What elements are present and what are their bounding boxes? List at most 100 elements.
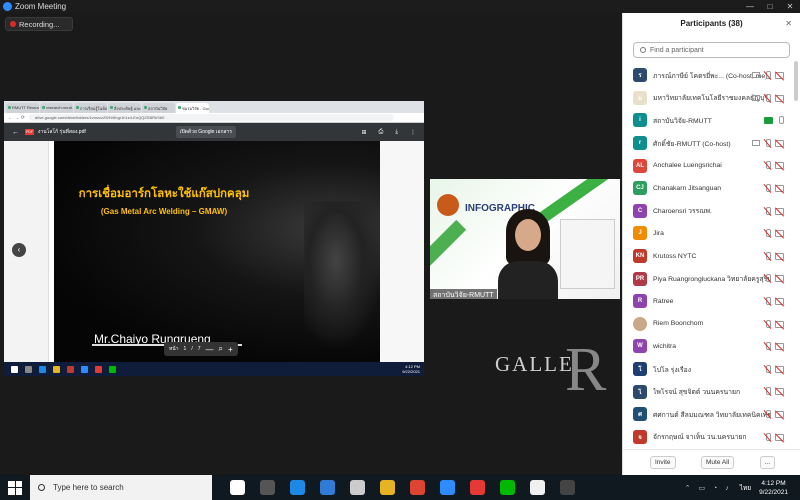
microphone-muted-icon[interactable] (764, 432, 771, 442)
url-field[interactable]: drive.google.com/drive/folders/1vmzczZf2… (28, 114, 394, 121)
video-off-icon[interactable] (775, 297, 784, 305)
microphone-muted-icon[interactable] (764, 342, 771, 351)
recording-indicator[interactable]: Recording... (5, 17, 73, 31)
video-off-icon[interactable] (775, 94, 784, 102)
browser-tab[interactable]: RMUTT Research Sc (6, 103, 39, 113)
microphone-muted-icon[interactable] (764, 93, 771, 103)
participant-row[interactable]: Riem Boonchom (623, 313, 800, 336)
video-off-icon[interactable] (775, 252, 784, 260)
video-on-icon[interactable] (764, 117, 773, 125)
search-icon[interactable] (25, 365, 32, 373)
video-off-icon[interactable] (775, 365, 784, 373)
taskbar-app-icon[interactable] (439, 480, 455, 495)
taskbar-app-icon[interactable] (259, 480, 275, 495)
participant-row[interactable]: โ โปโล รุ่งเรือง (623, 358, 800, 381)
video-off-icon[interactable] (775, 388, 784, 396)
chrome-icon[interactable] (95, 365, 102, 373)
mute-all-button[interactable]: Mute All (701, 456, 735, 469)
powerpoint-icon[interactable] (67, 365, 74, 373)
open-with-button[interactable]: เปิดด้วย Google เอกสาร (175, 126, 237, 138)
zoom-out-button[interactable]: — (205, 345, 213, 354)
microphone-muted-icon[interactable] (764, 183, 771, 193)
participant-row[interactable]: PR Piya Ruangrongluckana วิทยาลัยครูสุริน… (623, 267, 800, 290)
microphone-muted-icon[interactable] (764, 274, 771, 283)
zoom-icon[interactable] (81, 365, 88, 373)
video-off-icon[interactable] (775, 433, 784, 441)
browser-tab[interactable]: การเรียนรู้ในห้องเรียน (74, 103, 107, 113)
prev-file-icon[interactable]: ‹ (12, 243, 26, 257)
edge-icon[interactable] (39, 365, 46, 373)
taskbar-app-icon[interactable] (469, 480, 485, 495)
print-icon[interactable]: ⎙ (379, 129, 384, 136)
close-panel-button[interactable]: ✕ (785, 13, 792, 35)
participant-row[interactable]: i สถาบันวิจัย-RMUTT (623, 109, 800, 132)
browser-tab[interactable]: สิ่งประดิษฐ์ และพัฒนา (108, 103, 141, 113)
taskbar-app-icon[interactable] (319, 480, 335, 495)
microphone-muted-icon[interactable] (764, 409, 771, 419)
participant-row[interactable]: r ศักดิ์ชัย-RMUTT (Co-host) (623, 132, 800, 155)
microphone-muted-icon[interactable] (764, 296, 771, 306)
taskbar-search[interactable]: Type here to search (30, 475, 212, 500)
participant-row[interactable]: มมหาวิทยาลัยเทคโนโลยีราชมงคลธัญบุรี (Hos… (623, 87, 800, 110)
presenter-video[interactable]: INFOGRAPHIC สถาบันวิจัย-RMUTT (430, 179, 620, 299)
browser-tab[interactable]: research.rmutt.ac (40, 103, 73, 113)
video-off-icon[interactable] (775, 410, 784, 418)
taskbar-app-icon[interactable] (379, 480, 395, 495)
browser-tab-active[interactable]: ชมรมวิจัย - Google (176, 103, 209, 113)
microphone-muted-icon[interactable] (764, 229, 771, 238)
microphone-muted-icon[interactable] (764, 364, 771, 374)
windows-start-icon[interactable] (8, 480, 22, 495)
minimize-button[interactable]: — (740, 2, 760, 11)
taskbar-app-icon[interactable] (559, 480, 575, 495)
participant-row[interactable]: AL Anchalee Luengsrichai (623, 154, 800, 177)
screen-share-icon[interactable] (752, 94, 760, 101)
close-window-button[interactable]: ✕ (780, 2, 800, 11)
taskbar-app-icon[interactable] (499, 480, 515, 495)
tray-icons[interactable]: ⌃ ▭ ◔ ♪ (685, 484, 732, 492)
participant-row[interactable]: ไ ไพโรจน์ สุขจิตต์ วนนครนายก (623, 380, 800, 403)
microphone-muted-icon[interactable] (764, 206, 771, 216)
microphone-muted-icon[interactable] (764, 251, 771, 261)
microphone-muted-icon[interactable] (764, 319, 771, 329)
participant-row[interactable]: Wwichitra (623, 335, 800, 358)
invite-button[interactable]: Invite (650, 456, 676, 469)
screen-share-icon[interactable] (752, 72, 760, 78)
participant-row[interactable]: ศ ศศกานต์ สีลมมณฑล วิทยาลัยเทคนิคเพชรบุรี (623, 403, 800, 426)
video-off-icon[interactable] (775, 207, 784, 215)
participant-row[interactable]: C Charoensri วรรณพ. (623, 200, 800, 223)
video-off-icon[interactable] (775, 230, 784, 238)
participant-row[interactable]: รภารณ์ภาษีย์ โคตรยี่พะ... (Co-host, me) (623, 64, 800, 87)
screen-share-icon[interactable] (752, 139, 760, 146)
taskbar-app-icon[interactable] (349, 480, 365, 495)
zoom-icon[interactable]: ⌕ (218, 344, 222, 354)
video-off-icon[interactable] (775, 162, 784, 170)
shared-screen[interactable]: RMUTT Research Sc research.rmutt.ac การเ… (4, 101, 424, 376)
download-icon[interactable]: ⤓ (395, 129, 398, 136)
participant-search[interactable]: Find a participant (633, 42, 790, 58)
taskbar-app-icon[interactable] (289, 480, 305, 495)
taskbar-app-icon[interactable] (409, 480, 425, 495)
participant-row[interactable]: KN Krutoss NYTC (623, 245, 800, 268)
microphone-muted-icon[interactable] (764, 138, 771, 148)
video-off-icon[interactable] (775, 139, 784, 147)
taskbar-app-icon[interactable] (529, 480, 545, 495)
microphone-muted-icon[interactable] (764, 161, 771, 170)
browser-tab[interactable]: สถาบันวิจัย (142, 103, 175, 113)
language-indicator[interactable]: ไทย (740, 483, 751, 493)
start-icon[interactable] (11, 365, 18, 373)
more-icon[interactable]: ⋮ (410, 129, 416, 136)
microphone-muted-icon[interactable] (764, 387, 771, 396)
video-off-icon[interactable] (775, 320, 784, 328)
participant-row[interactable]: CJ Chanakarn Jitsanguan (623, 177, 800, 200)
more-options-button[interactable]: ... (759, 456, 775, 469)
zoom-in-button[interactable]: + (228, 345, 233, 354)
microphone-icon[interactable] (777, 116, 784, 125)
add-comment-icon[interactable]: ⊞ (362, 129, 367, 136)
folder-icon[interactable] (53, 365, 60, 373)
video-off-icon[interactable] (775, 184, 784, 192)
back-forward-icon[interactable]: ← → ⟳ (8, 115, 25, 121)
participant-row[interactable]: R Ratree (623, 290, 800, 313)
video-off-icon[interactable] (775, 343, 784, 351)
maximize-button[interactable]: □ (760, 2, 780, 11)
video-off-icon[interactable] (775, 275, 784, 283)
